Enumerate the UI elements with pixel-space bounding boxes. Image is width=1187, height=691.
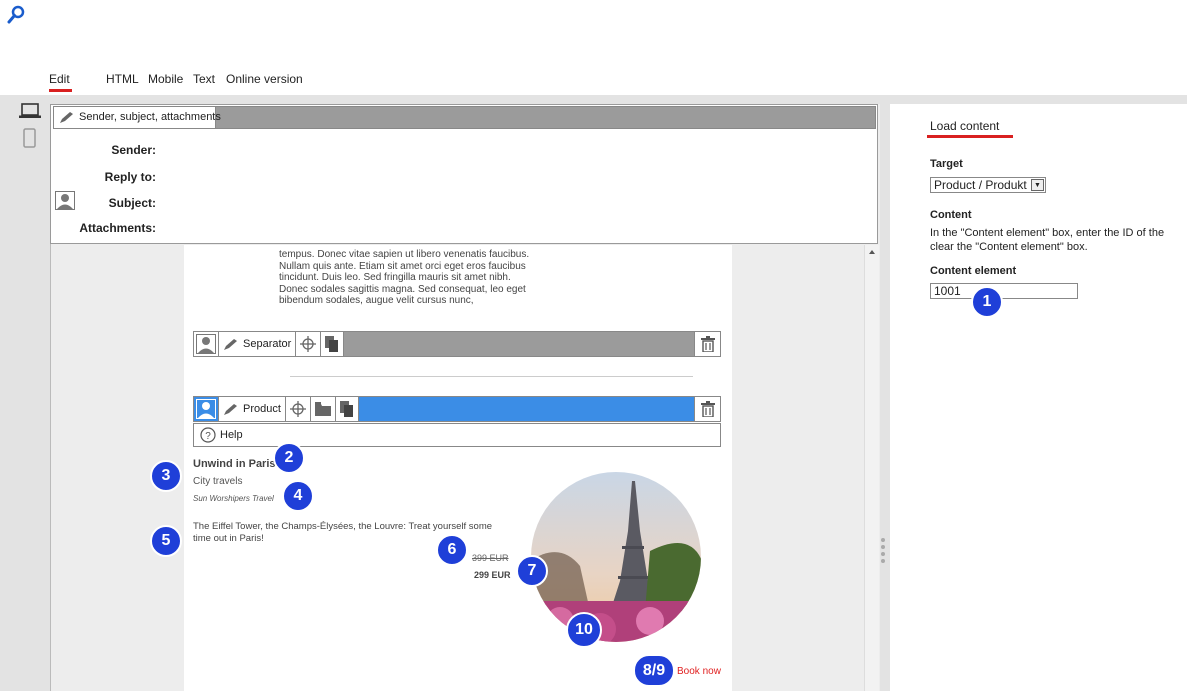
- crosshair-icon: [289, 401, 306, 417]
- crosshair-icon: [300, 336, 317, 352]
- price: 299 EUR: [474, 570, 511, 580]
- laptop-icon[interactable]: [19, 103, 41, 119]
- help-row[interactable]: ? Help: [193, 423, 721, 447]
- callout-badge-3: 3: [150, 460, 182, 492]
- separator-edit-segment[interactable]: Separator: [219, 332, 297, 356]
- product-toolbar-fill: [359, 397, 694, 421]
- callout-badge-2: 2: [273, 442, 305, 474]
- separator-toolbar-fill: [344, 332, 694, 356]
- attachments-label: Attachments:: [79, 221, 156, 235]
- tab-edit[interactable]: Edit: [49, 72, 70, 86]
- trash-icon: [700, 401, 715, 417]
- tab-text[interactable]: Text: [193, 72, 215, 86]
- product-edit-segment[interactable]: Product: [219, 397, 286, 421]
- header-toolbar-text: Sender, subject, attachments: [79, 111, 221, 123]
- svg-text:?: ?: [205, 431, 211, 442]
- content-help-text-1: In the "Content element" box, enter the …: [930, 227, 1165, 239]
- target-label: Target: [930, 158, 963, 170]
- text-line: Donec sodales sagittis magna. Sed conseq…: [279, 283, 526, 295]
- tab-html[interactable]: HTML: [106, 72, 139, 86]
- callout-badge-10: 10: [566, 612, 602, 648]
- content-element-input[interactable]: 1001: [930, 283, 1078, 299]
- copy-icon: [325, 336, 339, 352]
- separator-line: [290, 376, 693, 377]
- old-price: 399 EUR: [472, 553, 509, 563]
- text-line: tincidunt. Duis leo. Sed fringilla mauri…: [279, 272, 511, 284]
- help-label: Help: [220, 429, 243, 441]
- text-line: bibendum sodales, augue velit cursus nun…: [279, 295, 474, 307]
- callout-badge-7: 7: [516, 555, 548, 587]
- callout-badge-4: 4: [282, 480, 314, 512]
- product-subtitle: City travels: [193, 476, 243, 487]
- separator-user-segment[interactable]: [194, 332, 219, 356]
- separator-toolbar[interactable]: Separator: [193, 331, 721, 357]
- content-element-label: Content element: [930, 265, 1017, 277]
- product-delete-button[interactable]: [694, 397, 720, 421]
- content-help-text-2: clear the "Content element" box.: [930, 241, 1088, 253]
- copy-icon: [339, 401, 353, 417]
- active-tab-indicator: [49, 89, 72, 92]
- product-label: Product: [243, 403, 281, 415]
- product-move-button[interactable]: [285, 397, 311, 421]
- subject-label: Subject:: [108, 196, 156, 210]
- product-vendor: Sun Worshipers Travel: [193, 494, 274, 503]
- callout-badge-6: 6: [436, 534, 468, 566]
- text-line: tempus. Donec vitae sapien ut libero ven…: [279, 249, 530, 260]
- pencil-icon: [224, 338, 237, 350]
- text-line: Nullam quis ante. Etiam sit amet orci eg…: [279, 260, 526, 272]
- tab-online-version[interactable]: Online version: [226, 72, 303, 86]
- scroll-up-arrow[interactable]: [869, 250, 875, 254]
- separator-copy-button[interactable]: [321, 332, 345, 356]
- header-toolbar[interactable]: Sender, subject, attachments: [53, 106, 876, 129]
- chevron-down-icon[interactable]: ▼: [1031, 179, 1044, 191]
- callout-badge-5: 5: [150, 525, 182, 557]
- tab-mobile[interactable]: Mobile: [148, 72, 183, 86]
- trash-icon: [700, 336, 715, 352]
- separator-delete-button[interactable]: [694, 332, 720, 356]
- product-user-segment[interactable]: [194, 397, 219, 421]
- callout-badge-1: 1: [971, 286, 1003, 318]
- search-icon[interactable]: [6, 4, 26, 26]
- user-icon: [196, 399, 216, 419]
- help-icon: ?: [200, 427, 216, 443]
- sender-label: Sender:: [111, 143, 156, 157]
- content-label: Content: [930, 209, 972, 221]
- separator-move-button[interactable]: [296, 332, 322, 356]
- load-content-title: Load content: [930, 119, 1000, 133]
- folder-icon: [314, 402, 331, 416]
- product-copy-button[interactable]: [335, 397, 359, 421]
- book-now-link[interactable]: Book now: [677, 666, 721, 677]
- header-toolbar-label[interactable]: Sender, subject, attachments: [54, 107, 221, 128]
- callout-badge-8-9: 8/9: [633, 654, 675, 687]
- product-toolbar[interactable]: Product: [193, 396, 721, 422]
- device-bar: [0, 95, 50, 691]
- lorem-text-block: tempus. Donec vitae sapien ut libero ven…: [279, 249, 549, 307]
- pencil-icon: [224, 403, 237, 415]
- vertical-scrollbar[interactable]: [864, 245, 879, 691]
- user-icon: [196, 334, 216, 354]
- pencil-icon: [60, 112, 73, 123]
- resize-handle[interactable]: [880, 535, 886, 565]
- reply-to-label: Reply to:: [104, 170, 156, 184]
- product-title: Unwind in Paris: [193, 458, 276, 470]
- load-content-underline: [927, 135, 1013, 138]
- target-select[interactable]: Product / Produkt ▼: [930, 177, 1046, 193]
- product-load-button[interactable]: [310, 397, 336, 421]
- target-select-value: Product / Produkt: [934, 178, 1027, 192]
- product-image: [531, 472, 701, 642]
- separator-label: Separator: [243, 338, 292, 350]
